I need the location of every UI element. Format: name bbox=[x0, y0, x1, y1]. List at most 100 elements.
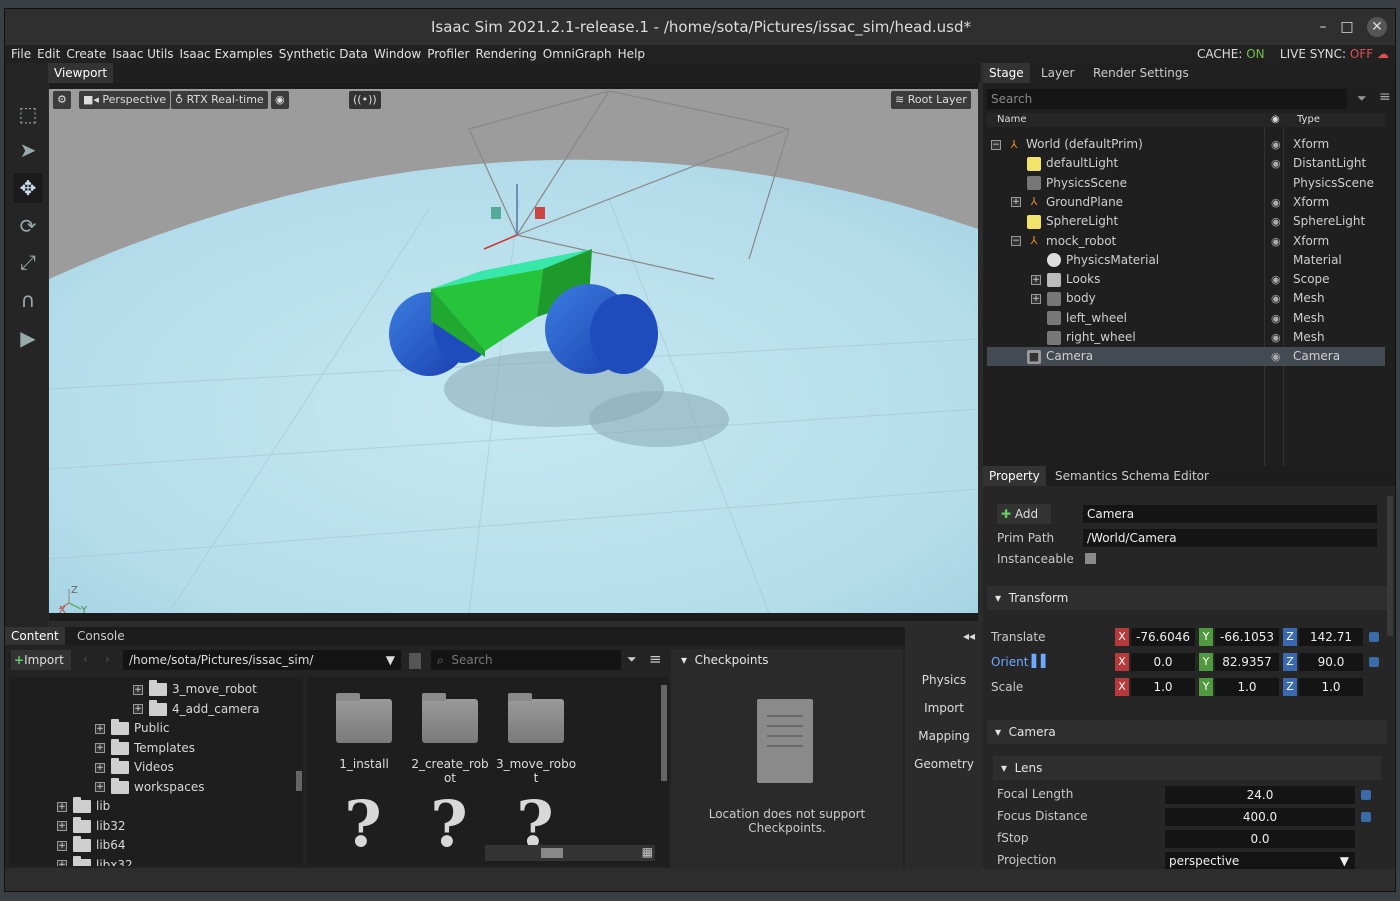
visibility-eye-icon[interactable]: ◉ bbox=[1271, 270, 1281, 289]
tab-console[interactable]: Console bbox=[71, 627, 131, 645]
stage-row-spherelight[interactable]: SphereLight ◉ SphereLight bbox=[987, 212, 1385, 231]
grid-view-icon[interactable]: ▦ bbox=[642, 845, 653, 859]
path-field[interactable]: /home/sota/Pictures/issac_sim/▼ bbox=[123, 650, 401, 670]
select-mode-icon[interactable]: ⬚ bbox=[13, 99, 43, 129]
stage-search-input[interactable]: Search bbox=[987, 89, 1347, 109]
menu-window[interactable]: Window bbox=[371, 45, 424, 63]
tree-folder-lib32[interactable]: + lib32 bbox=[57, 816, 126, 836]
stage-row-camera[interactable]: ■ Camera ◉ Camera bbox=[987, 347, 1385, 367]
broadcast-icon[interactable]: ((•)) bbox=[349, 91, 381, 109]
unknown-file-icon[interactable]: ? bbox=[333, 787, 393, 862]
cache-value[interactable]: ON bbox=[1246, 47, 1264, 61]
expand-toggle-icon[interactable]: + bbox=[57, 860, 67, 866]
projection-dropdown[interactable]: perspective ▼ bbox=[1165, 852, 1355, 870]
tree-folder-workspaces[interactable]: + workspaces bbox=[95, 777, 205, 797]
tree-folder-4-add-camera[interactable]: +4_add_camera bbox=[133, 699, 260, 719]
focal-length-field[interactable]: 24.0 bbox=[1165, 786, 1355, 804]
import-button[interactable]: +Import bbox=[11, 650, 71, 670]
visibility-eye-icon[interactable]: ◉ bbox=[271, 91, 289, 109]
move-icon[interactable]: ✥ bbox=[13, 173, 43, 203]
scale-x-field[interactable]: 1.0 bbox=[1131, 678, 1195, 696]
expand-toggle-icon[interactable]: + bbox=[133, 704, 143, 714]
menu-isaac-utils[interactable]: Isaac Utils bbox=[109, 45, 176, 63]
orient-x-field[interactable]: 0.0 bbox=[1131, 653, 1195, 671]
import-side-button[interactable]: Import bbox=[907, 701, 981, 715]
prim-path-field[interactable]: /World/Camera bbox=[1083, 529, 1377, 547]
root-layer-chip[interactable]: ≋ Root Layer bbox=[891, 91, 971, 109]
stage-row-defaultlight[interactable]: defaultLight ◉ DistantLight bbox=[987, 154, 1385, 173]
tree-folder-public[interactable]: + Public bbox=[95, 719, 170, 738]
mapping-button[interactable]: Mapping bbox=[907, 729, 981, 743]
menu-create[interactable]: Create bbox=[63, 45, 109, 63]
minimize-icon[interactable]: – bbox=[1313, 17, 1333, 37]
physics-button[interactable]: Physics bbox=[907, 673, 981, 687]
viewport-settings-icon[interactable]: ⚙ bbox=[53, 91, 71, 109]
expand-toggle-icon[interactable]: + bbox=[95, 782, 105, 792]
property-scrollbar[interactable] bbox=[1387, 496, 1393, 636]
stage-row-physicsmaterial[interactable]: PhysicsMaterial Material bbox=[987, 251, 1385, 270]
rotate-icon[interactable]: ⟳ bbox=[13, 211, 43, 241]
filter-icon[interactable]: ⏷ bbox=[1357, 91, 1367, 106]
tree-folder-lib[interactable]: + lib bbox=[57, 797, 110, 816]
back-icon[interactable]: ‹ bbox=[83, 652, 88, 666]
tree-folder-templates[interactable]: + Templates bbox=[95, 738, 195, 758]
tab-semantics-schema-editor[interactable]: Semantics Schema Editor bbox=[1049, 466, 1215, 486]
visibility-eye-icon[interactable]: ◉ bbox=[1271, 289, 1281, 308]
stage-row-groundplane[interactable]: + ⅄ GroundPlane ◉ Xform bbox=[987, 193, 1385, 212]
camera-section[interactable]: ▾ Camera bbox=[987, 720, 1387, 744]
slider-handle[interactable] bbox=[541, 848, 563, 858]
visibility-eye-icon[interactable]: ◉ bbox=[1271, 232, 1281, 251]
livesync-value[interactable]: OFF bbox=[1350, 47, 1373, 61]
stage-row-looks[interactable]: + Looks ◉ Scope bbox=[987, 270, 1385, 289]
viewport[interactable]: Z X Y ⚙ ■◂ Perspective ♁ RTX Real-time ◉… bbox=[49, 83, 978, 621]
stage-row-body[interactable]: + body ◉ Mesh bbox=[987, 289, 1385, 308]
visibility-eye-icon[interactable]: ◉ bbox=[1271, 328, 1281, 347]
bookmark-icon[interactable] bbox=[409, 653, 421, 669]
orient-label[interactable]: Orient bbox=[991, 655, 1028, 669]
snap-magnet-icon[interactable]: ∩ bbox=[13, 285, 43, 315]
expand-toggle-icon[interactable]: + bbox=[95, 762, 105, 773]
visibility-eye-icon[interactable]: ◉ bbox=[1271, 212, 1281, 231]
expand-toggle-icon[interactable]: + bbox=[95, 723, 105, 734]
folder-item[interactable]: 2_create_rob ot bbox=[407, 693, 493, 785]
visibility-eye-icon[interactable]: ◉ bbox=[1271, 154, 1281, 173]
close-icon[interactable]: ✕ bbox=[1367, 17, 1387, 37]
expand-toggle-icon[interactable]: − bbox=[1011, 236, 1021, 246]
translate-override-icon[interactable] bbox=[1369, 632, 1379, 642]
tree-folder-3-move-robot[interactable]: +3_move_robot bbox=[133, 680, 257, 699]
stage-row-left-wheel[interactable]: left_wheel ◉ Mesh bbox=[987, 309, 1385, 328]
transform-section[interactable]: ▾ Transform bbox=[987, 586, 1387, 610]
pointer-icon[interactable]: ➤ bbox=[13, 135, 43, 165]
tree-folder-lib64[interactable]: + lib64 bbox=[57, 836, 126, 855]
orient-y-field[interactable]: 82.9357 bbox=[1215, 653, 1279, 671]
visibility-eye-icon[interactable]: ◉ bbox=[1271, 135, 1281, 154]
tree-folder-videos[interactable]: + Videos bbox=[95, 758, 174, 777]
viewport-scene[interactable] bbox=[49, 89, 978, 613]
tree-scrollbar[interactable] bbox=[296, 771, 302, 791]
focus-distance-override-icon[interactable] bbox=[1361, 812, 1371, 822]
translate-z-field[interactable]: 142.71 bbox=[1299, 628, 1363, 646]
fstop-field[interactable]: 0.0 bbox=[1165, 830, 1355, 848]
collapse-left-icon[interactable]: ◂◂ bbox=[963, 629, 975, 643]
menu-file[interactable]: File bbox=[5, 45, 34, 63]
menu-profiler[interactable]: Profiler bbox=[424, 45, 472, 63]
folder-item[interactable]: 3_move_robo t bbox=[493, 693, 579, 785]
expand-toggle-icon[interactable]: + bbox=[1031, 274, 1041, 285]
thumbnail-size-slider[interactable]: ▦ bbox=[485, 845, 655, 861]
menu-isaac-examples[interactable]: Isaac Examples bbox=[177, 45, 276, 63]
folder-item[interactable]: 1_install bbox=[321, 693, 407, 771]
scale-z-field[interactable]: 1.0 bbox=[1299, 678, 1363, 696]
visibility-eye-icon[interactable]: ◉ bbox=[1271, 309, 1281, 328]
menu-icon[interactable]: ≡ bbox=[1379, 89, 1391, 105]
instanceable-checkbox[interactable] bbox=[1085, 553, 1096, 564]
menu-edit[interactable]: Edit bbox=[34, 45, 63, 63]
tree-folder-libx32[interactable]: + libx32 bbox=[57, 855, 133, 866]
orient-override-icon[interactable] bbox=[1369, 657, 1379, 667]
menu-help[interactable]: Help bbox=[615, 45, 648, 63]
tab-viewport[interactable]: Viewport bbox=[48, 63, 114, 83]
tab-layer[interactable]: Layer bbox=[1035, 63, 1080, 83]
translate-x-field[interactable]: -76.6046 bbox=[1131, 628, 1195, 646]
expand-toggle-icon[interactable]: + bbox=[57, 801, 67, 812]
expand-toggle-icon[interactable]: + bbox=[95, 743, 105, 753]
orient-z-field[interactable]: 90.0 bbox=[1299, 653, 1363, 671]
